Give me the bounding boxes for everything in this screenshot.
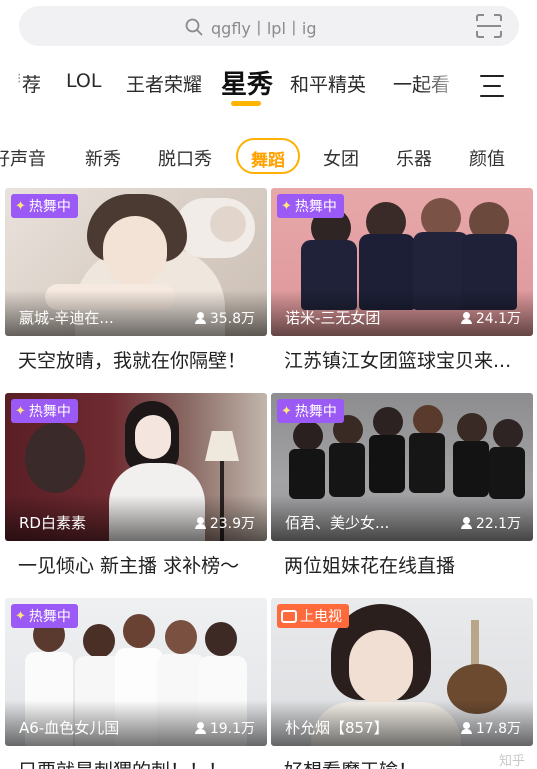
watermark: 知乎 [498, 754, 525, 769]
streamer-name: 嬴城-辛迪在... [19, 309, 114, 327]
stream-thumbnail[interactable]: ✦ 热舞中 佰君、美少女... 22.1万 [271, 393, 533, 541]
sparkle-icon: ✦ [15, 403, 26, 419]
search-icon [185, 18, 203, 36]
stream-thumbnail[interactable]: ✦ 热舞中 嬴城-辛迪在... 35.8万 [5, 188, 267, 336]
stream-thumbnail[interactable]: 上电视 朴允烟【857】 17.8万 [271, 598, 533, 746]
sub-category-nav: 好声音 新秀 脱口秀 舞蹈 女团 乐器 颜值 [0, 136, 537, 176]
live-badge: ✦ 热舞中 [11, 399, 78, 423]
person-icon [460, 722, 472, 734]
viewer-count: 24.1万 [460, 308, 521, 328]
sparkle-icon: ✦ [281, 198, 292, 214]
viewer-count: 19.1万 [194, 718, 255, 738]
top-category-nav: 荐 ⁝ LOL 王者荣耀 星秀 和平精英 一起看 [0, 58, 537, 114]
search-bar[interactable]: qgfly丨lpl丨ig [19, 6, 519, 46]
sub-tab-instruments[interactable]: 乐器 [396, 145, 432, 171]
streamer-name: A6-血色女儿国 [19, 719, 120, 737]
stream-thumbnail[interactable]: ✦ 热舞中 诺米-三无女团 24.1万 [271, 188, 533, 336]
sub-tab-dance[interactable]: 舞蹈 [236, 138, 300, 174]
viewer-count: 23.9万 [194, 513, 255, 533]
person-icon [460, 517, 472, 529]
search-field[interactable]: qgfly丨lpl丨ig [185, 15, 317, 39]
stream-title[interactable]: 好想看魔王输！ [284, 756, 529, 769]
stream-thumbnail[interactable]: ✦ 热舞中 A6-血色女儿国 19.1万 [5, 598, 267, 746]
scroll-fade-marker: ⁝ [17, 71, 22, 87]
nav-tab-honor-of-kings[interactable]: 王者荣耀 [126, 70, 202, 97]
sparkle-icon: ✦ [15, 608, 26, 624]
search-placeholder: qgfly丨lpl丨ig [211, 19, 317, 38]
live-badge: ✦ 热舞中 [11, 604, 78, 628]
person-icon [194, 517, 206, 529]
sparkle-icon: ✦ [15, 198, 26, 214]
on-tv-badge: 上电视 [277, 604, 349, 628]
live-badge: ✦ 热舞中 [277, 399, 344, 423]
stream-thumbnail[interactable]: ✦ 热舞中 RD白素素 23.9万 [5, 393, 267, 541]
viewer-count: 35.8万 [194, 308, 255, 328]
sub-tab-girl-group[interactable]: 女团 [323, 145, 359, 171]
sub-tab-new-stars[interactable]: 新秀 [85, 145, 121, 171]
nav-fade [420, 58, 470, 114]
stream-title[interactable]: 天空放晴，我就在你隔壁！ [18, 346, 263, 373]
person-icon [194, 312, 206, 324]
sub-tab-good-voice[interactable]: 好声音 [0, 145, 46, 171]
stream-title[interactable]: 江苏镇江女团篮球宝贝来... [284, 346, 529, 373]
tv-icon [281, 609, 297, 623]
sub-tab-talk-show[interactable]: 脱口秀 [158, 145, 212, 171]
live-badge: ✦ 热舞中 [11, 194, 78, 218]
menu-icon[interactable] [480, 75, 504, 97]
stream-title[interactable]: 只要就是刺猬的刺！！！ [18, 756, 263, 769]
streamer-name: 朴允烟【857】 [285, 719, 389, 737]
streamer-name: 佰君、美少女... [285, 514, 390, 532]
viewer-count: 22.1万 [460, 513, 521, 533]
nav-tab-lol[interactable]: LOL [66, 70, 101, 92]
stream-title[interactable]: 一见倾心 新主播 求补榜～ [18, 551, 263, 578]
person-icon [460, 312, 472, 324]
streamer-name: 诺米-三无女团 [285, 309, 381, 327]
active-tab-indicator [231, 101, 261, 106]
nav-tab-peace-elite[interactable]: 和平精英 [290, 70, 366, 97]
scan-icon[interactable] [475, 13, 503, 39]
viewer-count: 17.8万 [460, 718, 521, 738]
sub-tab-looks[interactable]: 颜值 [469, 145, 505, 171]
live-badge: ✦ 热舞中 [277, 194, 344, 218]
sparkle-icon: ✦ [281, 403, 292, 419]
nav-tab-xingxiu[interactable]: 星秀 [221, 64, 273, 101]
nav-tab-recommend[interactable]: 荐 [22, 70, 41, 97]
person-icon [194, 722, 206, 734]
streamer-name: RD白素素 [19, 514, 86, 532]
stream-title[interactable]: 两位姐妹花在线直播 [284, 551, 529, 578]
